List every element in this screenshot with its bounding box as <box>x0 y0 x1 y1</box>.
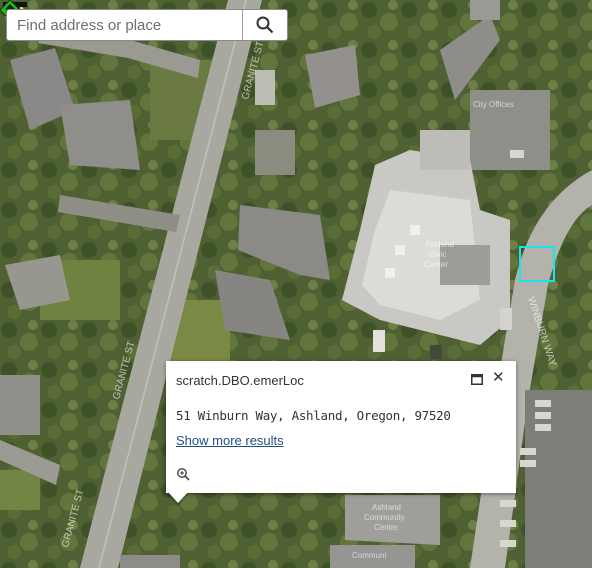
civic-center-label-2: Civic <box>429 250 446 259</box>
selection-highlight <box>519 246 555 282</box>
community-lower-label: Communi <box>352 551 386 560</box>
zoom-to-icon[interactable] <box>176 467 190 481</box>
search-input[interactable] <box>7 10 242 40</box>
community-center-label-1: Ashland <box>372 503 401 512</box>
search-button[interactable] <box>242 10 287 40</box>
community-center-label-2: Community <box>364 513 404 522</box>
popup-title: scratch.DBO.emerLoc <box>176 373 304 388</box>
popup-address: 51 Winburn Way, Ashland, Oregon, 97520 <box>176 408 451 423</box>
feature-popup: scratch.DBO.emerLoc ✕ 51 Winburn Way, As… <box>166 361 516 493</box>
close-icon[interactable]: ✕ <box>492 370 505 385</box>
search-box <box>6 9 288 41</box>
popup-pointer <box>168 492 188 503</box>
civic-center-label-1: Ashland <box>425 240 454 249</box>
city-offices-label: City Offices <box>473 100 514 109</box>
civic-center-label-3: Center <box>424 260 448 269</box>
show-more-results-link[interactable]: Show more results <box>176 433 284 448</box>
search-icon <box>256 16 274 34</box>
community-center-label-3: Center <box>374 523 398 532</box>
maximize-icon[interactable] <box>471 374 483 385</box>
